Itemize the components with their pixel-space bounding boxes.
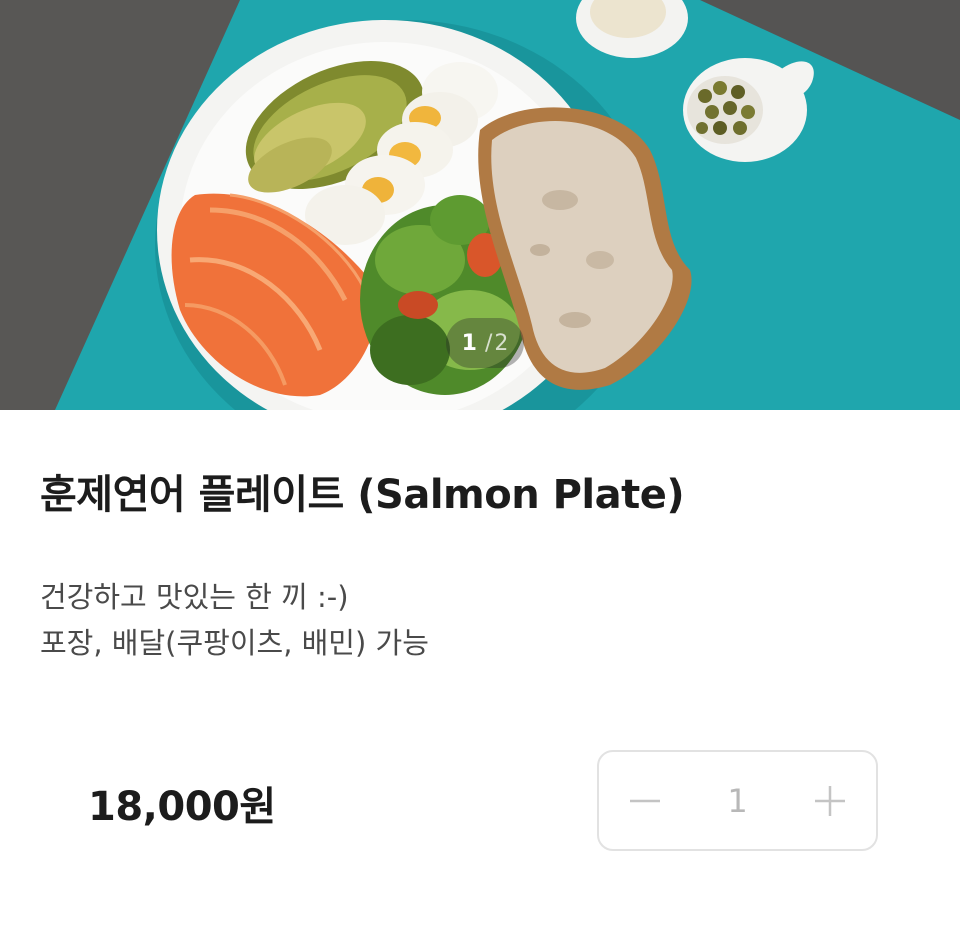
description-line: 포장, 배달(쿠팡이츠, 배민) 가능	[40, 626, 429, 660]
pager-separator: /	[484, 330, 493, 356]
product-price: 18,000원	[88, 784, 276, 830]
product-title: 훈제연어 플레이트 (Salmon Plate)	[40, 472, 685, 518]
minus-icon	[630, 799, 660, 802]
description-line: 건강하고 맛있는 한 끼 :-)	[40, 580, 349, 614]
decrement-button[interactable]	[599, 752, 691, 849]
pager-total: 2	[494, 330, 509, 356]
product-description: 건강하고 맛있는 한 끼 :-) 포장, 배달(쿠팡이츠, 배민) 가능	[40, 574, 429, 666]
quantity-stepper: 1	[597, 750, 878, 851]
product-image[interactable]: 1 / 2	[0, 0, 960, 410]
quantity-value[interactable]: 1	[708, 782, 768, 820]
plus-icon	[815, 785, 845, 816]
increment-button[interactable]	[784, 752, 876, 849]
pager-current: 1	[461, 330, 477, 356]
image-pager: 1 / 2	[446, 318, 524, 368]
